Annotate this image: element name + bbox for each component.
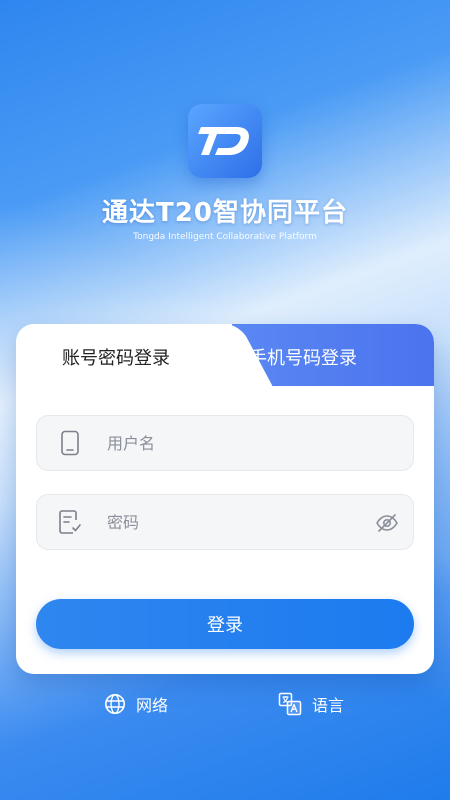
network-settings-link[interactable]: 网络: [104, 692, 168, 716]
username-field[interactable]: [36, 415, 414, 471]
language-label: 语言: [312, 696, 345, 715]
logo-mark: [198, 127, 249, 155]
tab-account-login[interactable]: 账号密码登录: [62, 344, 170, 370]
username-input[interactable]: [107, 433, 357, 453]
eye-off-icon[interactable]: [375, 511, 399, 535]
language-settings-link[interactable]: 语言: [278, 692, 344, 716]
phone-icon: [57, 430, 83, 456]
app-subtitle: Tongda Intelligent Collaborative Platfor…: [133, 232, 317, 242]
tab-phone-login[interactable]: 手机号码登录: [249, 344, 357, 370]
app-logo: [188, 104, 262, 178]
translate-icon: [278, 692, 302, 716]
login-card: 账号密码登录 手机号码登录 登录: [16, 324, 434, 674]
globe-icon: [105, 694, 125, 714]
app-title: 通达T20智协同平台: [102, 198, 348, 228]
password-field[interactable]: [36, 494, 414, 550]
login-button[interactable]: 登录: [36, 599, 414, 649]
edit-icon: [57, 509, 83, 535]
password-input[interactable]: [107, 512, 357, 532]
network-label: 网络: [136, 696, 169, 715]
